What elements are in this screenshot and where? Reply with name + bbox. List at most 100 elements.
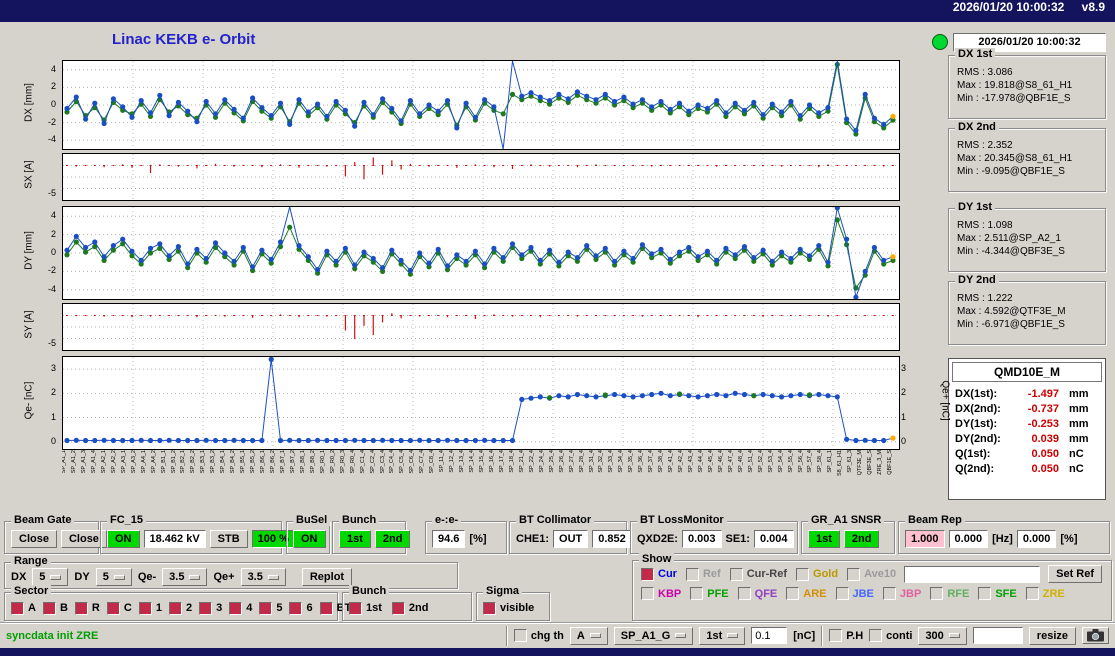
- checkbox-icon: [786, 587, 800, 600]
- status-message: syncdata init ZRE: [6, 629, 99, 642]
- stats-box-title: DX 1st: [955, 48, 996, 60]
- camera-button[interactable]: [1082, 627, 1109, 644]
- conti-checkbox[interactable]: conti: [869, 629, 912, 642]
- show-checkbox-kbp[interactable]: KBP: [641, 587, 681, 600]
- x-axis-label: SP_42_4: [678, 450, 684, 473]
- ref-name-input[interactable]: [904, 565, 1041, 583]
- x-axis-label: SP_51_4: [747, 450, 754, 473]
- show-checkbox-jbp[interactable]: JBP: [882, 587, 921, 600]
- plot-qe[interactable]: [62, 356, 900, 450]
- sector-checkbox-2[interactable]: 2: [168, 601, 192, 615]
- show-checkbox-ref[interactable]: Ref: [685, 567, 721, 581]
- fc15-stb-button[interactable]: STB: [209, 530, 248, 548]
- x-axis-labels-strip: SP_A1_1 SP_A1_2 SP_A1_3 SP_A1_4 SP_A2_1 SP_A2…: [62, 450, 898, 510]
- busel-on-button[interactable]: ON: [293, 530, 326, 548]
- checkbox-label: C: [123, 602, 132, 614]
- show-checkbox-pfe[interactable]: PFE: [690, 587, 729, 600]
- checkbox-icon: [978, 587, 992, 600]
- sector-checkbox-5[interactable]: 5: [259, 601, 282, 615]
- x-axis-label: ZRE_3_M: [877, 450, 884, 475]
- x-axis-label: SP_45_4: [707, 450, 714, 473]
- snsr-2nd-button[interactable]: 2nd: [843, 530, 880, 548]
- show-checkbox-zre[interactable]: ZRE: [1025, 587, 1065, 600]
- interval-select[interactable]: 300: [918, 626, 967, 645]
- x-axis-label: SP_28_4: [578, 450, 585, 473]
- bunch-checkbox-2nd[interactable]: 2nd: [391, 601, 428, 615]
- bunch-1st-button[interactable]: 1st: [339, 530, 371, 548]
- x-axis-label: SP_R0_4: [349, 450, 356, 474]
- beam-rep-pct-label: [%]: [1060, 533, 1078, 545]
- checkbox-icon: [289, 601, 303, 615]
- snsr-1st-button[interactable]: 1st: [808, 530, 840, 548]
- plot-dy[interactable]: [62, 206, 900, 300]
- sector-checkbox-6[interactable]: 6: [289, 601, 313, 615]
- y-axis-label: SX [A]: [23, 160, 35, 189]
- show-checkbox-are[interactable]: ARE: [786, 587, 827, 600]
- device-select[interactable]: SP_A1_G: [613, 626, 694, 645]
- plot-dx[interactable]: [62, 60, 900, 150]
- x-axis-label: SP_R0_1: [319, 450, 326, 474]
- range-dx-select[interactable]: 5: [32, 568, 69, 586]
- sector-checkbox-a[interactable]: A: [11, 601, 36, 615]
- x-axis-label: SP_26_4: [558, 450, 565, 473]
- plot-sy[interactable]: [62, 303, 900, 351]
- show-checkbox-gold[interactable]: Gold: [796, 567, 838, 581]
- bunch-checkbox-1st[interactable]: 1st: [349, 601, 382, 615]
- x-axis-label: SP_47_4: [727, 450, 734, 473]
- bunch-group: Bunch 1st 2nd: [332, 514, 411, 554]
- busel-group: BuSel ON: [286, 514, 331, 554]
- sector-group: Sector A B R C 1 2 3 4 5 6 BT: [4, 585, 351, 621]
- plot-sx[interactable]: [62, 153, 900, 201]
- checkbox-icon: [74, 601, 88, 615]
- sector-checkbox-r[interactable]: R: [74, 601, 100, 615]
- show-checkbox-jbe[interactable]: JBE: [835, 587, 874, 600]
- x-axis-label: S8_61_H1: [837, 450, 844, 476]
- show-checkbox-cur-ref[interactable]: Cur-Ref: [729, 567, 787, 581]
- replot-button[interactable]: Replot: [301, 568, 353, 586]
- fc15-on-button[interactable]: ON: [107, 530, 140, 548]
- set-ref-button[interactable]: Set Ref: [1048, 565, 1103, 583]
- sector-checkbox-1[interactable]: 1: [138, 601, 162, 615]
- checkbox-icon: [690, 587, 704, 600]
- x-axis-label: SP_34_4: [618, 450, 625, 473]
- checkbox-icon: [199, 601, 213, 615]
- sector-select[interactable]: A: [569, 626, 608, 645]
- qxd2e-value-display: 0.003: [681, 530, 722, 548]
- range-dy-select[interactable]: 5: [95, 568, 132, 586]
- monitor-row-label: Q(1st):: [955, 448, 991, 460]
- show-checkbox-rfe[interactable]: RFE: [930, 587, 969, 600]
- sector-checkbox-c[interactable]: C: [106, 601, 132, 615]
- bunch-number-select[interactable]: 1st: [699, 626, 746, 645]
- range-qem-select[interactable]: 3.5: [162, 568, 208, 586]
- monitor-row-value: 0.050: [1031, 463, 1059, 475]
- show-checkbox-cur[interactable]: Cur: [641, 567, 677, 581]
- x-axis-label: SP_B3_2: [210, 450, 217, 474]
- aux-input[interactable]: [972, 627, 1023, 644]
- chg-th-checkbox[interactable]: chg th: [513, 629, 564, 642]
- beam-gate-close-button-1[interactable]: Close: [11, 530, 57, 548]
- checkbox-label: B: [59, 602, 68, 614]
- checkbox-icon: [168, 601, 182, 615]
- x-axis-label: SP_A2_1: [100, 450, 107, 474]
- range-qep-select[interactable]: 3.5: [240, 568, 286, 586]
- threshold-input[interactable]: [751, 627, 788, 644]
- resize-button[interactable]: resize: [1028, 626, 1076, 645]
- show-checkbox-sfe[interactable]: SFE: [978, 587, 1017, 600]
- monitor-row: DY(2nd): 0.039 mm: [949, 431, 1105, 446]
- checkbox-label: R: [91, 602, 100, 614]
- range-dy-label: DY: [74, 571, 90, 583]
- monitor-row-unit: nC: [1069, 448, 1084, 460]
- separator: [505, 625, 508, 646]
- monitor-row-value: 0.039: [1031, 433, 1059, 445]
- x-axis-label: SP_15_4: [479, 450, 485, 473]
- sector-checkbox-3[interactable]: 3: [199, 601, 222, 615]
- show-checkbox-qfe[interactable]: QFE: [737, 587, 777, 600]
- x-axis-label: SP_12_4: [449, 450, 456, 473]
- beam-gate-group: Beam Gate Close Close: [4, 514, 107, 554]
- show-checkbox-ave10[interactable]: Ave10: [847, 567, 896, 581]
- sector-checkbox-b[interactable]: B: [42, 601, 68, 615]
- sigma-checkbox-visible[interactable]: visible: [483, 601, 534, 615]
- ph-checkbox[interactable]: P.H: [829, 629, 863, 642]
- sector-checkbox-4[interactable]: 4: [229, 601, 252, 615]
- bunch-2nd-button[interactable]: 2nd: [374, 530, 411, 548]
